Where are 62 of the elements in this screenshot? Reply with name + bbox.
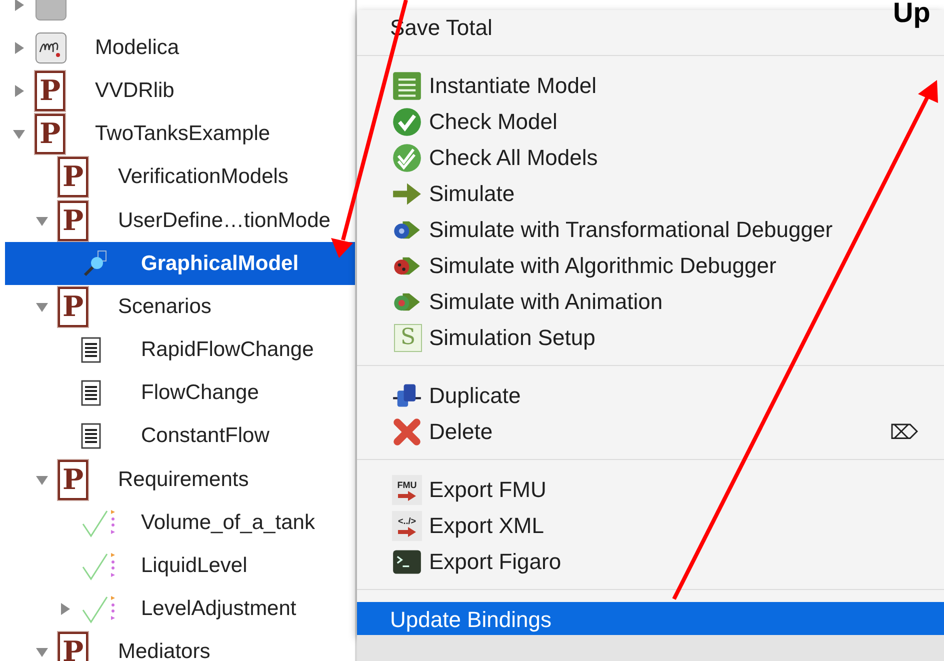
tree-item[interactable]: ConstantFlow bbox=[5, 414, 355, 458]
tree-item[interactable]: RapidFlowChange bbox=[5, 328, 355, 372]
menu-item[interactable]: Simulate with Transformational Debugger bbox=[357, 212, 944, 248]
tree-item[interactable]: P TwoTanksExample bbox=[5, 112, 355, 156]
annotation-text: Up bbox=[893, 0, 930, 26]
expand-toggle-icon[interactable] bbox=[13, 0, 25, 11]
menu-item[interactable]: Delete ⌦ bbox=[357, 414, 944, 450]
export-icon: FMU bbox=[392, 475, 422, 505]
document-icon bbox=[81, 337, 101, 364]
tree-item[interactable]: Modelica bbox=[5, 26, 355, 70]
package-icon: P bbox=[35, 114, 65, 154]
menu-item[interactable]: Export Figaro bbox=[357, 544, 944, 580]
shortcut-text: ⌦ bbox=[890, 420, 918, 444]
menu-item[interactable]: Instantiate Model bbox=[357, 68, 944, 104]
tree-item[interactable]: P VVDRlib bbox=[5, 69, 355, 113]
menu-item[interactable]: Simulate with Animation bbox=[357, 284, 944, 320]
package-icon: P bbox=[58, 632, 88, 661]
menu-item[interactable]: Simulate with Algorithmic Debugger bbox=[357, 248, 944, 284]
tree-item[interactable]: P Requirements bbox=[5, 458, 355, 502]
package-icon: P bbox=[58, 286, 88, 327]
tree-item[interactable]: P Mediators bbox=[5, 630, 355, 661]
check-icon bbox=[392, 107, 422, 137]
tree-item[interactable]: LevelAdjustment bbox=[5, 588, 355, 631]
setup-icon: S bbox=[394, 324, 422, 352]
delete-icon bbox=[392, 417, 422, 447]
menu-item[interactable]: S Simulation Setup bbox=[357, 320, 944, 356]
menu-item[interactable]: Duplicate bbox=[357, 378, 944, 414]
tree-item[interactable]: FlowChange bbox=[5, 372, 355, 415]
tree-item[interactable]: LiquidLevel bbox=[5, 544, 355, 588]
export-icon: <../> bbox=[392, 511, 422, 541]
menu-item[interactable]: Update Bindings bbox=[357, 602, 944, 638]
document-icon bbox=[81, 380, 101, 406]
requirement-icon bbox=[81, 508, 117, 538]
tree-item[interactable]: P UserDefine…tionMode bbox=[5, 198, 355, 242]
tree-item[interactable]: P Scenarios bbox=[5, 285, 355, 328]
expand-toggle-icon[interactable] bbox=[59, 603, 71, 616]
menu-item[interactable]: <../> Export XML bbox=[357, 508, 944, 544]
collapse-toggle-icon[interactable] bbox=[36, 474, 48, 486]
list-icon bbox=[392, 71, 422, 101]
menu-item[interactable]: Simulate bbox=[357, 176, 944, 212]
expand-toggle-icon[interactable] bbox=[13, 84, 25, 97]
package-icon: P bbox=[58, 460, 88, 500]
collapse-toggle-icon[interactable] bbox=[36, 646, 48, 658]
requirement-icon bbox=[81, 594, 117, 624]
tree-item[interactable]: Volume_of_a_tank bbox=[5, 501, 355, 544]
menu-item[interactable]: Check All Models bbox=[357, 140, 944, 176]
package-icon: P bbox=[35, 70, 65, 111]
collapse-toggle-icon[interactable] bbox=[36, 214, 48, 227]
tree-item[interactable]: P VerificationModels bbox=[5, 156, 355, 199]
package-icon: P bbox=[58, 157, 88, 198]
modelica-icon bbox=[35, 32, 67, 64]
menu-item[interactable]: FMU Export FMU bbox=[357, 472, 944, 508]
document-icon bbox=[81, 423, 101, 450]
terminal-icon bbox=[392, 547, 422, 577]
menu-item[interactable]: Check Model bbox=[357, 104, 944, 140]
collapse-toggle-icon[interactable] bbox=[36, 300, 48, 313]
tree-item[interactable]: GraphicalModel bbox=[5, 242, 355, 286]
expand-toggle-icon[interactable] bbox=[13, 42, 25, 54]
double-check-icon bbox=[392, 143, 422, 173]
collapse-toggle-icon[interactable] bbox=[13, 128, 25, 140]
package-icon: P bbox=[58, 200, 88, 241]
requirement-icon bbox=[81, 551, 117, 582]
